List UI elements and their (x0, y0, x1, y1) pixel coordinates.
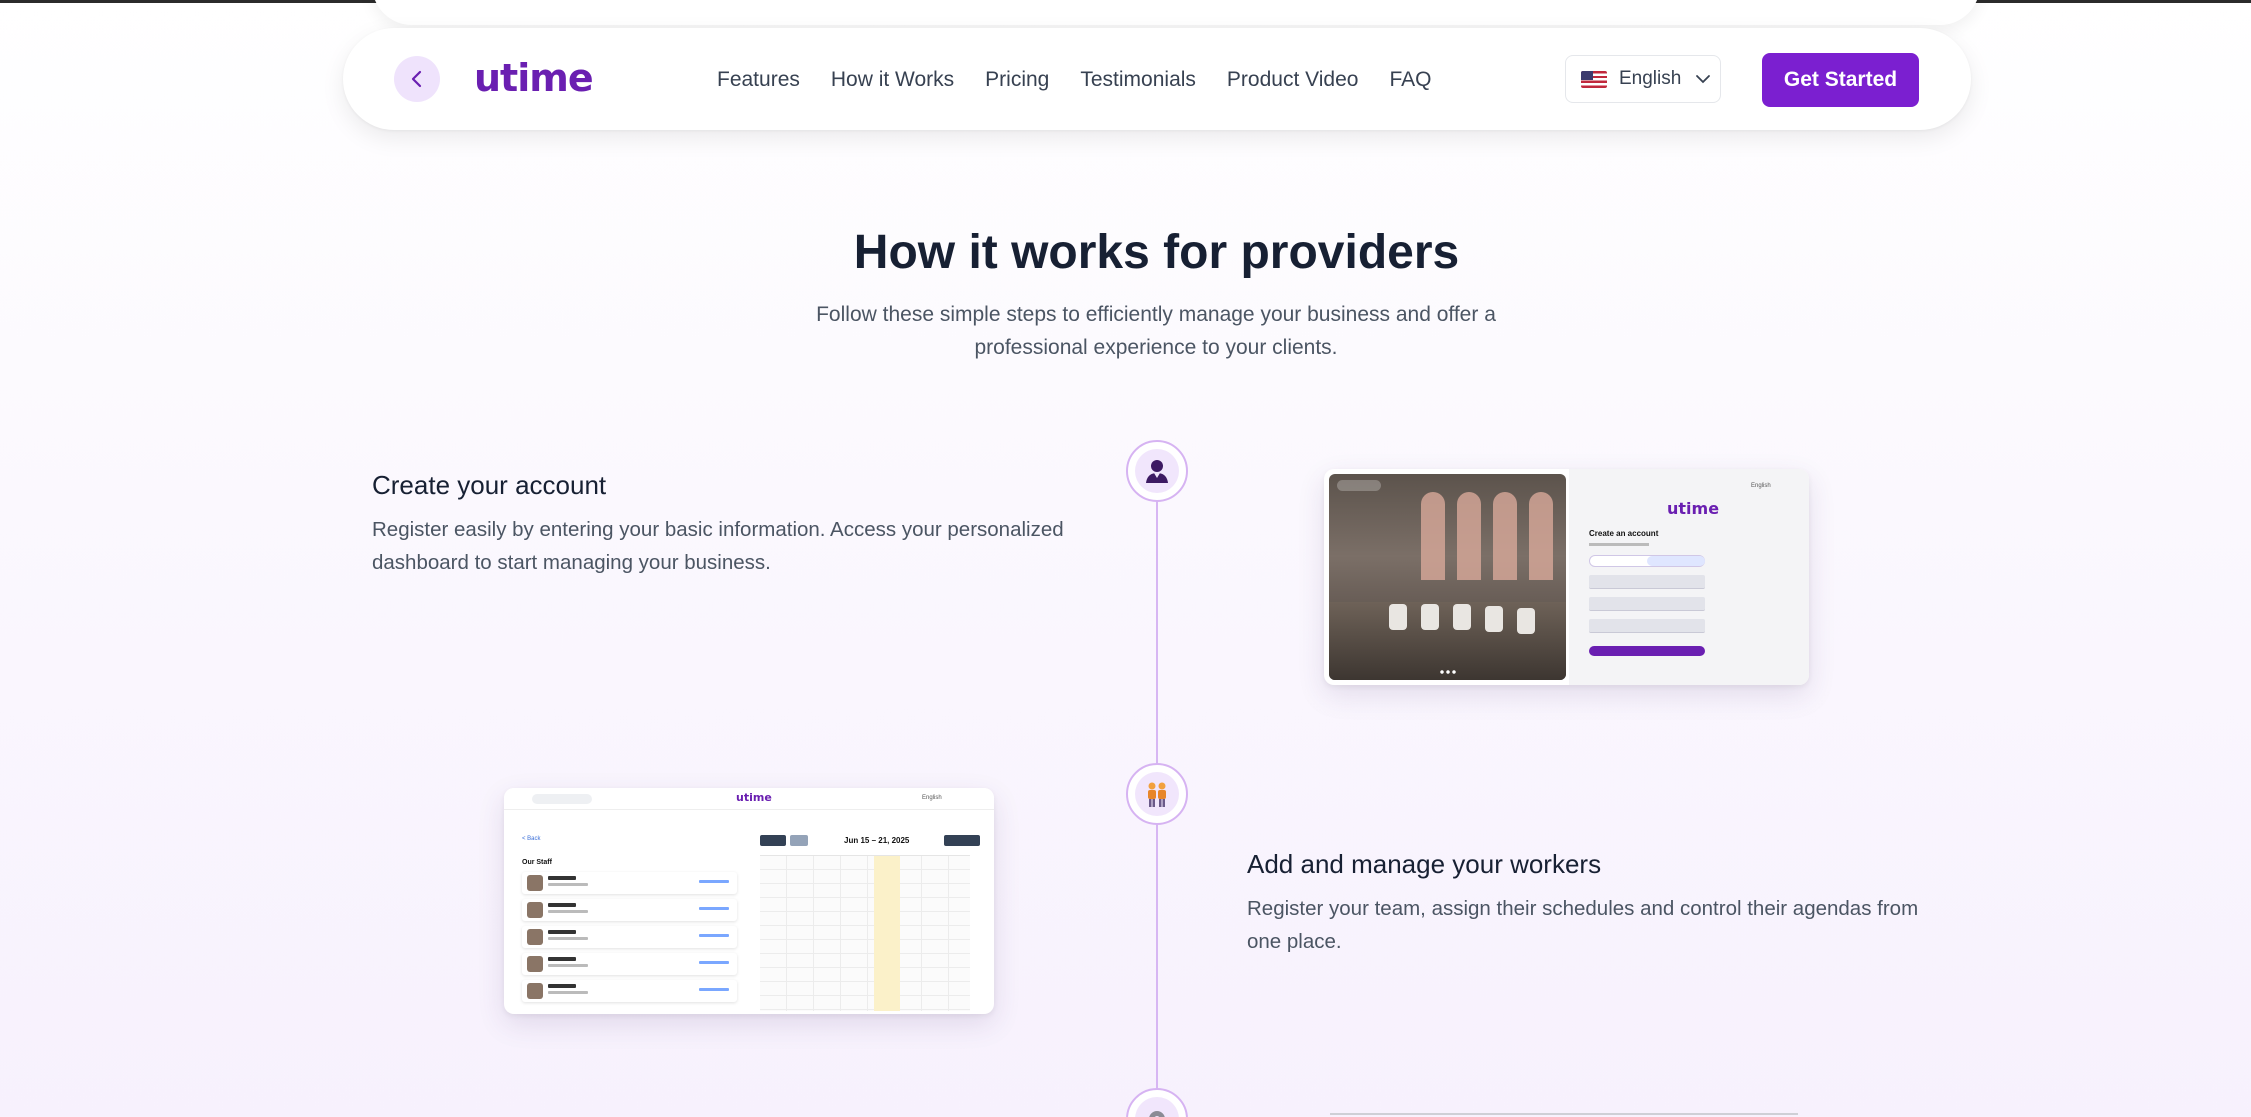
step-node-1 (1126, 440, 1188, 502)
staff-management-screenshot: utime English < Back Our Staff Jun 15 – … (504, 788, 994, 1014)
nav-link-faq[interactable]: FAQ (1389, 60, 1431, 100)
mini-back-link: < Back (522, 836, 541, 842)
mini-staff-heading: Our Staff (522, 859, 552, 866)
navbar: utime Features How it Works Pricing Test… (343, 28, 1971, 130)
signup-form-preview: utime Create an account English (1569, 469, 1809, 685)
section-subtitle: Follow these simple steps to efficiently… (816, 303, 1496, 359)
back-button[interactable] (394, 56, 440, 102)
previous-section-card (372, 0, 1980, 25)
nav-link-how-it-works[interactable]: How it Works (831, 60, 954, 100)
mini-heading: Create an account (1589, 529, 1659, 538)
mini-date-range: Jun 15 – 21, 2025 (844, 836, 910, 845)
step-2-title: Add and manage your workers (1247, 849, 1602, 879)
step-1-title: Create your account (372, 470, 607, 500)
gear-icon (1149, 1111, 1165, 1117)
mini-logo-2: utime (736, 791, 772, 804)
nav-link-pricing[interactable]: Pricing (985, 60, 1049, 100)
brand-logo[interactable]: utime (474, 52, 594, 104)
step-3-screenshot-edge (1330, 1113, 1798, 1115)
nav-link-features[interactable]: Features (717, 60, 800, 100)
step-1-description: Register easily by entering your basic i… (372, 518, 1064, 574)
nav-link-product-video[interactable]: Product Video (1227, 60, 1359, 100)
user-icon (1146, 460, 1168, 483)
step-node-3 (1126, 1088, 1188, 1117)
chevron-left-icon (411, 70, 422, 88)
get-started-button[interactable]: Get Started (1762, 53, 1919, 107)
mini-language-2: English (922, 795, 942, 801)
language-selector[interactable]: English (1565, 55, 1721, 103)
create-account-screenshot: utime Create an account English (1324, 469, 1809, 685)
section-title: How it works for providers (853, 226, 1460, 279)
salon-photo (1329, 474, 1566, 680)
nav-link-testimonials[interactable]: Testimonials (1080, 60, 1196, 100)
chevron-down-icon (1696, 75, 1711, 84)
nav-links: Features How it Works Pricing Testimonia… (717, 60, 1431, 100)
step-2-description: Register your team, assign their schedul… (1247, 897, 1919, 953)
us-flag-icon (1581, 70, 1607, 88)
team-icon (1148, 782, 1166, 807)
step-node-2 (1126, 763, 1188, 825)
language-label: English (1619, 68, 1682, 89)
mini-language: English (1751, 483, 1771, 489)
mini-logo: utime (1667, 499, 1720, 518)
